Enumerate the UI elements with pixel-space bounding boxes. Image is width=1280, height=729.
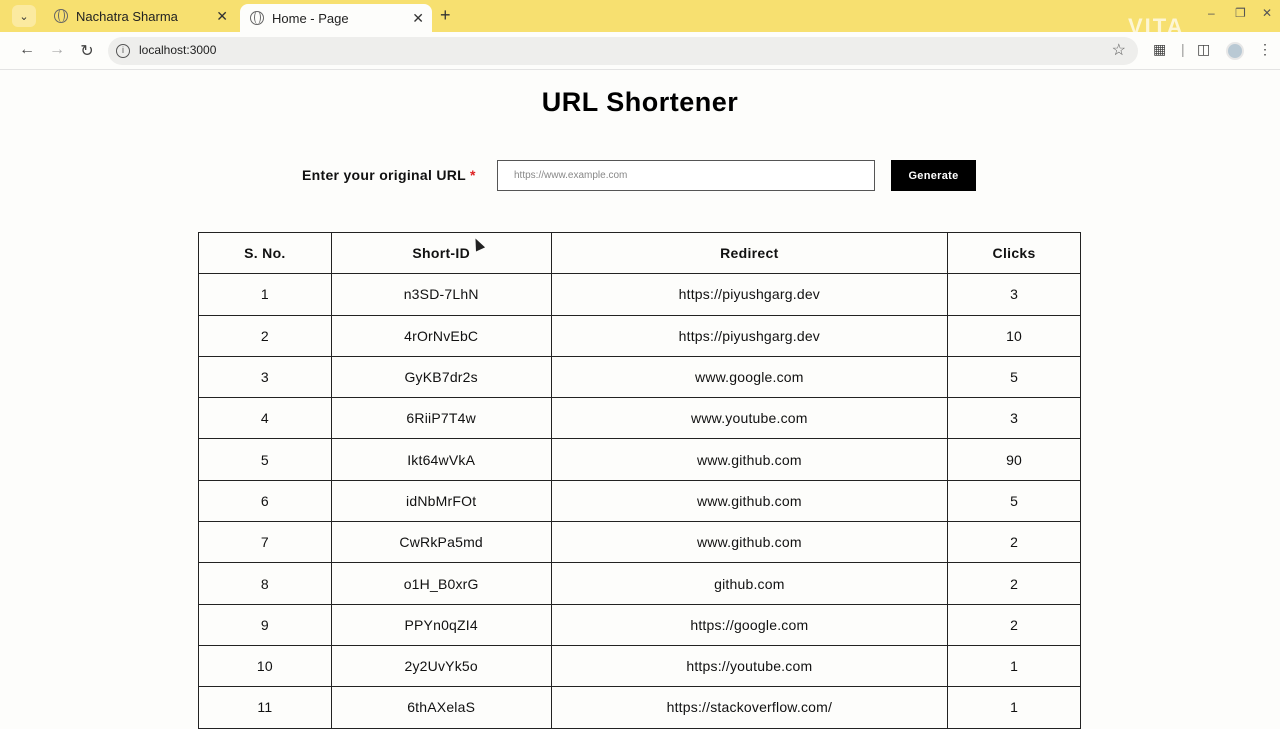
- close-window-icon[interactable]: ✕: [1262, 6, 1272, 20]
- table-row: 8 o1H_B0xrG github.com 2: [198, 562, 1081, 605]
- url-input[interactable]: [497, 160, 875, 191]
- cell-clicks: 1: [947, 686, 1081, 729]
- restore-icon[interactable]: ❐: [1235, 6, 1246, 20]
- cell-redirect: github.com: [550, 562, 949, 605]
- tab-strip: ⌄ Nachatra Sharma ✕ Home - Page ✕ + VITA…: [0, 0, 1280, 39]
- cell-clicks: 3: [947, 397, 1081, 440]
- cell-redirect: https://stackoverflow.com/: [550, 686, 949, 729]
- url-label-text: Enter your original URL: [302, 167, 467, 183]
- tab-search-button[interactable]: ⌄: [12, 5, 36, 27]
- cell-clicks: 2: [947, 562, 1081, 605]
- cell-short-id: idNbMrFOt: [330, 479, 552, 523]
- back-icon[interactable]: ←: [17, 41, 37, 59]
- cell-short-id: CwRkPa5md: [330, 521, 552, 564]
- table-row: 1 n3SD-7LhN https://piyushgarg.dev 3: [198, 273, 1081, 316]
- cell-redirect: www.youtube.com: [550, 397, 949, 440]
- cell-redirect: https://piyushgarg.dev: [550, 314, 949, 357]
- header-short-id: Short-ID: [330, 231, 552, 275]
- table-row: 10 2y2UvYk5o https://youtube.com 1: [198, 644, 1081, 688]
- table-row: 7 CwRkPa5md www.github.com 2: [198, 521, 1081, 564]
- tab-home-page[interactable]: Home - Page ✕: [240, 4, 432, 32]
- tab-title: Home - Page: [272, 10, 349, 26]
- cell-serial: 7: [198, 521, 332, 564]
- close-icon[interactable]: ✕: [412, 10, 424, 27]
- cell-short-id: o1H_B0xrG: [330, 562, 552, 605]
- table-row: 9 PPYn0qZI4 https://google.com 2: [198, 603, 1081, 646]
- cell-redirect: www.github.com: [550, 438, 949, 481]
- cell-clicks: 1: [947, 644, 1081, 688]
- cell-serial: 1: [198, 273, 332, 316]
- forward-icon[interactable]: →: [47, 41, 67, 59]
- cell-short-id: PPYn0qZI4: [330, 603, 552, 646]
- table-header-row: S. No. Short-ID Redirect Clicks: [198, 231, 1081, 275]
- table-row: 4 6RiiP7T4w www.youtube.com 3: [198, 397, 1081, 440]
- close-icon[interactable]: ✕: [216, 8, 228, 25]
- cell-clicks: 10: [947, 314, 1081, 357]
- address-text: localhost:3000: [139, 43, 217, 57]
- cell-clicks: 5: [947, 355, 1081, 399]
- table-row: 2 4rOrNvEbC https://piyushgarg.dev 10: [198, 314, 1081, 357]
- cell-clicks: 2: [947, 603, 1081, 646]
- cell-clicks: 90: [947, 438, 1081, 481]
- cell-serial: 6: [198, 479, 332, 523]
- tab-nachatra-sharma[interactable]: Nachatra Sharma ✕: [44, 0, 236, 32]
- side-panel-icon[interactable]: ◫: [1197, 41, 1210, 58]
- table-row: 6 idNbMrFOt www.github.com 5: [198, 479, 1081, 523]
- new-tab-button[interactable]: +: [440, 5, 451, 26]
- address-bar[interactable]: i localhost:3000 ☆: [108, 37, 1138, 65]
- cell-redirect: https://piyushgarg.dev: [550, 273, 949, 316]
- header-serial: S. No.: [198, 231, 332, 275]
- header-redirect: Redirect: [550, 231, 949, 275]
- profile-avatar[interactable]: [1226, 42, 1244, 60]
- cell-redirect: www.github.com: [550, 479, 949, 523]
- site-info-icon[interactable]: i: [116, 44, 130, 58]
- cell-short-id: 4rOrNvEbC: [330, 314, 552, 357]
- generate-button[interactable]: Generate: [891, 160, 976, 191]
- cell-redirect: https://youtube.com: [550, 644, 949, 688]
- page-title: URL Shortener: [541, 87, 739, 117]
- url-field-label: Enter your original URL *: [302, 167, 476, 183]
- cell-serial: 11: [198, 686, 332, 729]
- cell-redirect: www.github.com: [550, 521, 949, 564]
- cell-clicks: 2: [947, 521, 1081, 564]
- cell-short-id: Ikt64wVkA: [330, 438, 552, 481]
- cell-serial: 9: [198, 603, 332, 646]
- cell-serial: 4: [198, 397, 332, 440]
- menu-icon[interactable]: ⋮: [1258, 41, 1272, 58]
- divider: |: [1181, 41, 1185, 57]
- cell-serial: 5: [198, 438, 332, 481]
- globe-icon: [250, 11, 264, 25]
- cell-serial: 10: [198, 644, 332, 688]
- cell-short-id: n3SD-7LhN: [330, 273, 552, 316]
- header-clicks: Clicks: [947, 231, 1081, 275]
- tab-title: Nachatra Sharma: [76, 8, 178, 24]
- cell-redirect: https://google.com: [550, 603, 949, 646]
- required-mark: *: [470, 167, 476, 183]
- table-row: 5 Ikt64wVkA www.github.com 90: [198, 438, 1081, 481]
- reload-icon[interactable]: ↻: [77, 41, 97, 61]
- cell-serial: 3: [198, 355, 332, 399]
- cell-short-id: GyKB7dr2s: [330, 355, 552, 399]
- globe-icon: [54, 9, 68, 23]
- cell-short-id: 2y2UvYk5o: [330, 644, 552, 688]
- minimize-icon[interactable]: –: [1208, 6, 1215, 20]
- extensions-icon[interactable]: ▦: [1153, 41, 1166, 58]
- chevron-down-icon: ⌄: [19, 10, 29, 23]
- cell-redirect: www.google.com: [550, 355, 949, 399]
- cell-serial: 2: [198, 314, 332, 357]
- browser-toolbar: ← → ↻ i localhost:3000 ☆ ▦ | ◫ ⋮: [0, 32, 1280, 70]
- table-row: 3 GyKB7dr2s www.google.com 5: [198, 355, 1081, 399]
- cell-short-id: 6thAXelaS: [330, 686, 552, 729]
- cell-serial: 8: [198, 562, 332, 605]
- cell-clicks: 5: [947, 479, 1081, 523]
- page-content: URL Shortener Enter your original URL* G…: [10, 71, 1270, 729]
- bookmark-star-icon[interactable]: ☆: [1112, 40, 1126, 60]
- cell-clicks: 3: [947, 273, 1081, 316]
- urls-table: S. No. Short-ID Redirect Clicks 1 n3SD-7L…: [198, 231, 1081, 729]
- cell-short-id: 6RiiP7T4w: [330, 397, 552, 440]
- table-row: 11 6thAXelaS https://stackoverflow.com/1: [198, 686, 1081, 729]
